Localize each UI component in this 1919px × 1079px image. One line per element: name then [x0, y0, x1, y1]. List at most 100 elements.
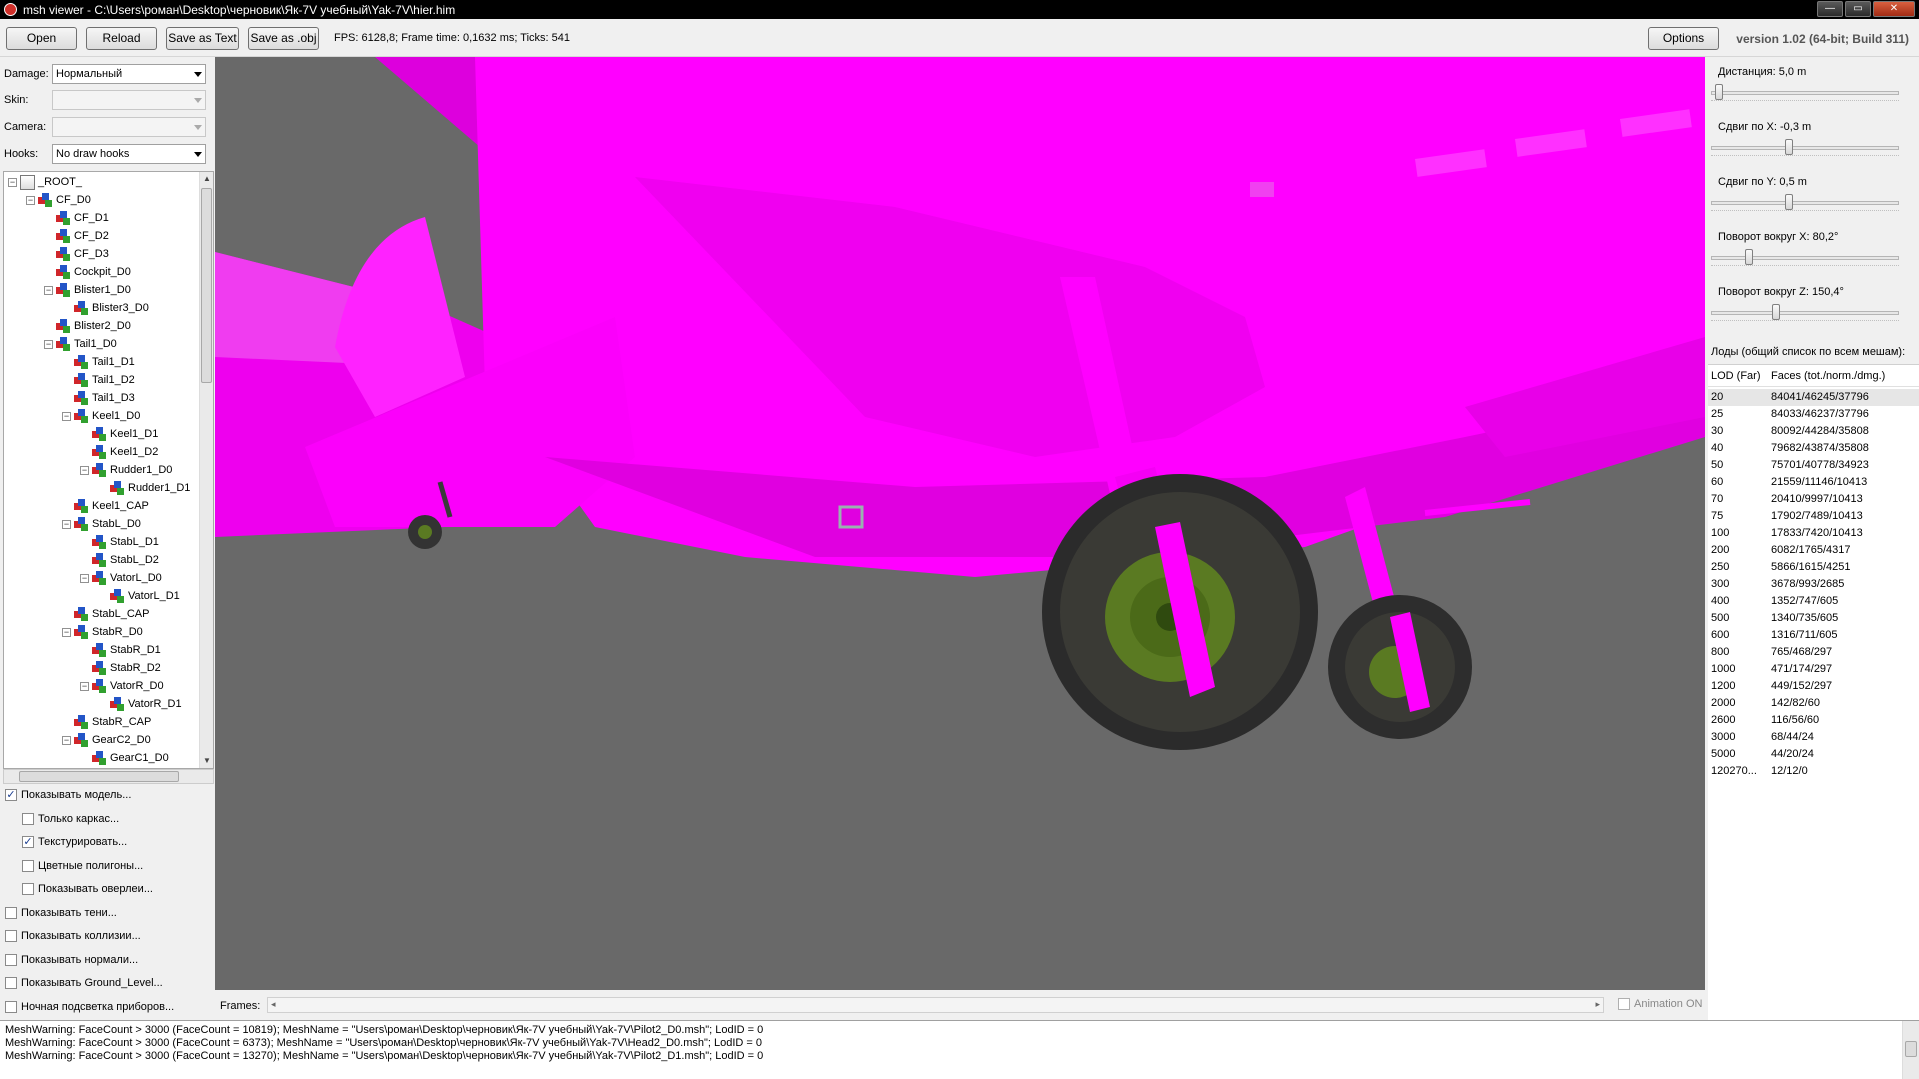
lod-row[interactable]: 20 84041/46245/37796 — [1708, 389, 1919, 406]
tree-node[interactable]: VatorL_D1 — [98, 587, 180, 605]
tree-node[interactable]: Cockpit_D0 — [44, 263, 131, 281]
collapse-toggle-icon[interactable]: − — [62, 735, 71, 745]
tree-node[interactable]: Keel1_D2 — [80, 443, 158, 461]
option-checkbox-row[interactable]: Только каркас... — [22, 810, 119, 828]
faces-column-header[interactable]: Faces (tot./norm./dmg.) — [1771, 370, 1885, 382]
tree-node[interactable]: Tail1_D3 — [62, 389, 135, 407]
collapse-toggle-icon[interactable]: − — [62, 627, 71, 637]
checkbox[interactable] — [5, 977, 17, 989]
checkbox[interactable] — [5, 1000, 17, 1013]
collapse-toggle-icon[interactable]: − — [62, 411, 71, 421]
tree-node[interactable]: − VatorL_D0 — [80, 569, 162, 587]
tree-horizontal-scrollbar[interactable] — [3, 769, 214, 784]
slider-handle[interactable] — [1745, 249, 1754, 265]
checkbox[interactable] — [22, 812, 34, 825]
collapse-toggle-icon[interactable]: − — [44, 339, 53, 349]
lod-row[interactable]: 200 6082/1765/4317 — [1708, 542, 1919, 559]
damage-select[interactable]: Нормальный — [52, 64, 206, 84]
frames-right-arrow-icon[interactable]: ▸ — [1595, 999, 1600, 1010]
collapse-toggle-icon[interactable]: − — [80, 681, 89, 691]
option-checkbox-row[interactable]: Цветные полигоны... — [22, 857, 143, 875]
frames-left-arrow-icon[interactable]: ◂ — [271, 999, 276, 1010]
tree-node[interactable]: StabR_D1 — [80, 641, 161, 659]
lod-row[interactable]: 1000 471/174/297 — [1708, 661, 1919, 678]
minimize-button[interactable]: — — [1817, 1, 1843, 17]
option-checkbox-row[interactable]: ✓ Показывать модель... — [5, 786, 131, 804]
lod-row[interactable]: 2000 142/82/60 — [1708, 695, 1919, 712]
lod-table[interactable]: LOD (Far) Faces (tot./norm./dmg.) 20 8404… — [1708, 364, 1919, 1020]
lod-row[interactable]: 5000 44/20/24 — [1708, 746, 1919, 763]
tree-node[interactable]: − StabR_D0 — [62, 623, 143, 641]
maximize-button[interactable]: ▭ — [1845, 1, 1871, 17]
3d-viewport[interactable] — [215, 57, 1705, 990]
tree-node[interactable]: CF_D3 — [44, 245, 109, 263]
tree-node[interactable]: − Tail1_D0 — [44, 335, 117, 353]
open-button[interactable]: Open — [6, 27, 77, 50]
lod-row[interactable]: 3000 68/44/24 — [1708, 729, 1919, 746]
option-checkbox-row[interactable]: Показывать тени... — [5, 904, 117, 922]
tree-node[interactable]: Tail1_D1 — [62, 353, 135, 371]
checkbox[interactable]: ✓ — [22, 836, 34, 848]
save-as-text-button[interactable]: Save as Text — [166, 27, 239, 50]
slider-track[interactable] — [1711, 146, 1899, 150]
option-checkbox-row[interactable]: Ночная подсветка приборов... — [5, 998, 174, 1016]
tree-node[interactable]: − VatorR_D0 — [80, 677, 164, 695]
tree-node[interactable]: Rudder1_D1 — [98, 479, 190, 497]
tree-node[interactable]: StabL_D1 — [80, 533, 159, 551]
option-checkbox-row[interactable]: Показывать оверлеи... — [22, 880, 153, 898]
option-checkbox-row[interactable]: ✓ Текстурировать... — [22, 833, 127, 851]
tree-node[interactable]: CF_D2 — [44, 227, 109, 245]
tree-node[interactable]: CF_D1 — [44, 209, 109, 227]
mesh-hierarchy-tree[interactable]: − _ROOT_ − CF_D0 CF_D1 CF_D2 CF_D3 Cockpit_D0 − B… — [3, 171, 214, 769]
hooks-select[interactable]: No draw hooks — [52, 144, 206, 164]
collapse-toggle-icon[interactable]: − — [80, 465, 89, 475]
collapse-toggle-icon[interactable]: − — [8, 177, 17, 187]
tree-node[interactable]: GearC1_D0 — [80, 749, 169, 767]
scrollbar-thumb[interactable] — [201, 188, 212, 383]
animation-toggle[interactable]: Animation ON — [1618, 998, 1702, 1010]
checkbox[interactable] — [22, 883, 34, 895]
lod-row[interactable]: 500 1340/735/605 — [1708, 610, 1919, 627]
checkbox[interactable] — [5, 953, 17, 966]
lod-row[interactable]: 800 765/468/297 — [1708, 644, 1919, 661]
lod-row[interactable]: 400 1352/747/605 — [1708, 593, 1919, 610]
lod-row[interactable]: 60 21559/11146/10413 — [1708, 474, 1919, 491]
scrollbar-thumb[interactable] — [19, 771, 179, 782]
tree-node[interactable]: StabR_CAP — [62, 713, 151, 731]
slider-handle[interactable] — [1714, 84, 1723, 100]
tree-node[interactable]: Keel1_D1 — [80, 425, 158, 443]
frames-slider[interactable]: ◂ ▸ — [267, 997, 1604, 1013]
tree-node[interactable]: StabL_CAP — [62, 605, 149, 623]
slider-track[interactable] — [1711, 91, 1899, 95]
lod-row[interactable]: 2600 116/56/60 — [1708, 712, 1919, 729]
tree-node[interactable]: Blister2_D0 — [44, 317, 131, 335]
scroll-up-arrow-icon[interactable]: ▲ — [200, 172, 213, 186]
save-as-obj-button[interactable]: Save as .obj — [248, 27, 319, 50]
lod-row[interactable]: 40 79682/43874/35808 — [1708, 440, 1919, 457]
slider-track[interactable] — [1711, 201, 1899, 205]
reload-button[interactable]: Reload — [86, 27, 157, 50]
lod-row[interactable]: 75 17902/7489/10413 — [1708, 508, 1919, 525]
tree-node[interactable]: VatorR_D1 — [98, 695, 182, 713]
tree-node[interactable]: − _ROOT_ — [8, 173, 82, 191]
log-scrollbar[interactable] — [1902, 1021, 1919, 1079]
tree-node[interactable]: − GearC2_D0 — [62, 731, 151, 749]
tree-node[interactable]: − Keel1_D0 — [62, 407, 140, 425]
checkbox[interactable] — [5, 906, 17, 919]
tree-node[interactable]: Blister3_D0 — [62, 299, 149, 317]
options-button[interactable]: Options — [1648, 27, 1719, 50]
slider-handle[interactable] — [1784, 194, 1793, 210]
collapse-toggle-icon[interactable]: − — [26, 195, 35, 205]
log-panel[interactable]: MeshWarning: FaceCount > 3000 (FaceCount… — [0, 1020, 1919, 1079]
scrollbar-thumb[interactable] — [1905, 1041, 1917, 1057]
tree-node[interactable]: Keel1_CAP — [62, 497, 149, 515]
animation-checkbox[interactable] — [1618, 998, 1630, 1010]
collapse-toggle-icon[interactable]: − — [62, 519, 71, 529]
checkbox[interactable]: ✓ — [5, 789, 17, 801]
lod-row[interactable]: 25 84033/46237/37796 — [1708, 406, 1919, 423]
close-button[interactable]: ✕ — [1873, 1, 1915, 17]
camera-select[interactable] — [52, 117, 206, 137]
slider-track[interactable] — [1711, 311, 1899, 315]
lod-row[interactable]: 70 20410/9997/10413 — [1708, 491, 1919, 508]
tree-node[interactable]: − CF_D0 — [26, 191, 91, 209]
